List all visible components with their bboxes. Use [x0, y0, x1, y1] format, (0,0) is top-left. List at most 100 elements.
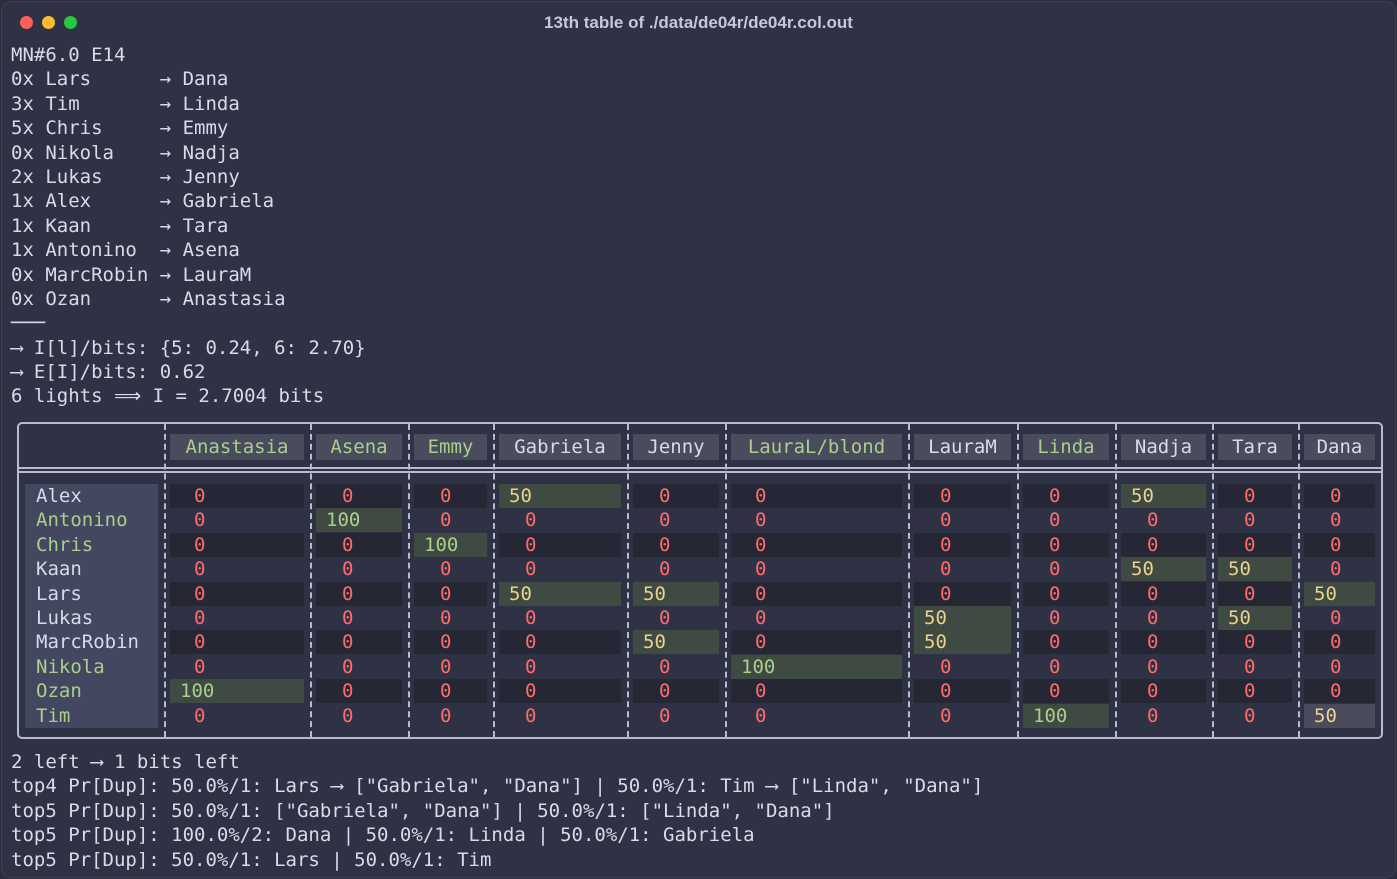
table-cell: 0	[1023, 484, 1109, 508]
table-cell: 50	[914, 630, 1011, 655]
table-cell: 50	[1304, 581, 1375, 606]
output-line: 6 lights ⟹ I = 2.7004 bits	[11, 385, 325, 408]
header-divider	[19, 471, 1381, 473]
column-header: Nadja	[1121, 434, 1206, 460]
table-cell: 0	[1121, 679, 1206, 704]
table-cell: 0	[414, 581, 487, 606]
table-cell: 0	[1218, 630, 1292, 655]
table-cell: 50	[1121, 484, 1206, 508]
table-cell: 0	[499, 679, 621, 704]
table-cell: 50	[1218, 557, 1292, 582]
row-label: Antonino	[36, 509, 128, 532]
row-label: Ozan	[36, 680, 82, 703]
column-header: Linda	[1023, 434, 1109, 460]
table-cell: 0	[633, 679, 719, 704]
probability-table: Anastasia Asena Emmy Gabriela Jenny LauraL/bl…	[17, 422, 1383, 739]
table-cell: 0	[1147, 607, 1159, 629]
header-divider	[19, 467, 1381, 469]
table-cell: 0	[940, 655, 952, 678]
output-line: 2x Lukas → Jenny	[11, 165, 240, 188]
table-cell: 0	[1244, 704, 1256, 727]
table-cell: 100	[170, 679, 304, 704]
table-cell: 0	[755, 607, 767, 629]
table-cell: 0	[1023, 532, 1109, 557]
table-cell: 0	[1147, 509, 1159, 532]
table-cell: 0	[1304, 630, 1375, 655]
table-cell: 0	[755, 558, 767, 581]
table-cell: 0	[525, 509, 537, 532]
row-label: Lukas	[36, 607, 94, 629]
output-line: top5 Pr[Dup]: 50.0%/1: Lars | 50.0%/1: T…	[11, 848, 492, 871]
table-cell: 0	[1304, 532, 1375, 557]
row-label: Tim	[36, 704, 71, 727]
table-cell: 0	[1330, 558, 1342, 581]
table-cell: 0	[940, 558, 952, 581]
output-line: ⟶ E[I]/bits: 0.62	[11, 361, 206, 384]
table-cell: 0	[170, 581, 304, 606]
column-header: Tara	[1218, 434, 1292, 460]
table-cell: 0	[1147, 704, 1159, 727]
table-cell: 0	[316, 484, 402, 508]
table-cell: 0	[525, 655, 537, 678]
table-cell: 0	[914, 484, 1011, 508]
table-cell: 0	[525, 607, 537, 629]
table-cell: 0	[731, 532, 902, 557]
terminal-window: 13th table of ./data/de04r/de04r.col.out…	[1, 1, 1396, 878]
table-cell: 0	[525, 558, 537, 581]
table-cell: 0	[342, 704, 354, 727]
table-cell: 0	[1330, 607, 1342, 629]
table-cell: 50	[1304, 703, 1375, 728]
table-cell: 0	[1049, 655, 1061, 678]
output-line: 5x Chris → Emmy	[11, 117, 229, 140]
table-cell: 0	[1330, 655, 1342, 678]
table-cell: 0	[731, 581, 902, 606]
column-header: LauraL/blond	[731, 434, 902, 460]
table-cell: 100	[414, 532, 487, 557]
table-cell: 0	[1023, 679, 1109, 704]
column-header: LauraM	[914, 434, 1011, 460]
table-cell: 0	[659, 509, 671, 532]
table-cell: 0	[1218, 484, 1292, 508]
table-cell: 0	[194, 607, 206, 629]
table-cell: 0	[1121, 581, 1206, 606]
table-cell: 0	[342, 607, 354, 629]
table-cell: 0	[1218, 679, 1292, 704]
table-cell: 50	[633, 630, 719, 655]
output-line: top5 Pr[Dup]: 50.0%/1: ["Gabriela", "Dan…	[11, 799, 835, 822]
table-cell: 0	[1218, 532, 1292, 557]
output-line: 0x MarcRobin → LauraM	[11, 263, 252, 286]
output-line: top4 Pr[Dup]: 50.0%/1: Lars ⟶ ["Gabriela…	[11, 775, 984, 798]
table-cell: 0	[914, 581, 1011, 606]
table-cell: 0	[342, 655, 354, 678]
column-header: Emmy	[414, 434, 487, 460]
table-cell: 0	[440, 655, 452, 678]
row-label: MarcRobin	[36, 631, 139, 654]
table-cell: 0	[1330, 509, 1342, 532]
table-cell: 0	[1304, 679, 1375, 704]
column-header: Asena	[316, 434, 402, 460]
table-cell: 0	[1218, 581, 1292, 606]
table-cell: 50	[1218, 606, 1292, 630]
table-cell: 0	[1023, 581, 1109, 606]
column-header: Jenny	[633, 434, 719, 460]
table-cell: 0	[659, 704, 671, 727]
table-cell: 0	[170, 484, 304, 508]
table-cell: 0	[316, 532, 402, 557]
table-cell: 0	[194, 655, 206, 678]
table-cell: 50	[499, 484, 621, 508]
output-line: 0x Lars → Dana	[11, 68, 229, 91]
table-cell: 0	[440, 607, 452, 629]
table-cell: 0	[1049, 509, 1061, 532]
table-cell: 100	[1023, 703, 1109, 728]
table-cell: 0	[1121, 630, 1206, 655]
table-cell: 0	[1049, 558, 1061, 581]
table-cell: 0	[440, 704, 452, 727]
table-cell: 0	[194, 558, 206, 581]
table-cell: 0	[414, 630, 487, 655]
table-cell: 0	[1121, 532, 1206, 557]
row-label: Alex	[36, 485, 82, 507]
table-cell: 50	[499, 581, 621, 606]
table-cell: 0	[414, 679, 487, 704]
output-line: 1x Alex → Gabriela	[11, 190, 275, 213]
row-label: Chris	[36, 533, 94, 556]
